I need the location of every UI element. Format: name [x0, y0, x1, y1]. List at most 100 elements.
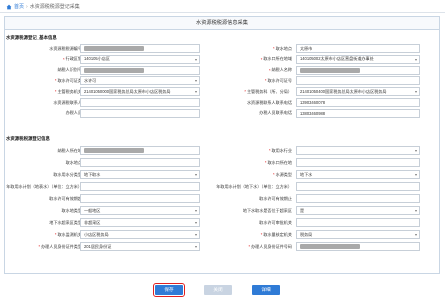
field-input[interactable]: [80, 98, 200, 107]
field-input[interactable]: [296, 242, 420, 251]
field-input[interactable]: [80, 146, 200, 155]
field-input[interactable]: [80, 194, 200, 203]
field-input[interactable]: [80, 65, 200, 75]
field-label: * 水源类型: [202, 170, 294, 179]
field-label: * 行政区划: [6, 55, 84, 64]
field-label: * 主管税务科（所、分局）: [202, 87, 294, 96]
field-label: * 取水地点: [202, 44, 294, 53]
field-label: * 取用水行业: [202, 146, 294, 155]
field-value: 21401050000国家税务总局太原市小店区税务局: [84, 88, 171, 94]
field-select[interactable]: 水许可: [80, 76, 200, 86]
field-value: 140105002太原市小店区营盘街道办事处: [300, 56, 374, 62]
field-select[interactable]: 非超采区: [80, 218, 200, 227]
breadcrumb: 首页 › 水资源税税源登记采集: [6, 3, 80, 10]
field-select[interactable]: 201居民身份证: [80, 242, 200, 251]
field-label: 地下水超采区类型: [6, 218, 84, 227]
field-input[interactable]: 13903460078: [296, 98, 420, 107]
field-label-text: 办理人员身份证件号码: [251, 243, 292, 249]
field-label: 取水许可审批机关: [202, 218, 294, 227]
field-input[interactable]: [296, 194, 420, 203]
field-label-text: 办理人员身份证件类型: [41, 243, 82, 249]
field-label-text: 取水许可证号: [267, 77, 292, 83]
field-label: 纳税人所在地: [6, 146, 84, 155]
field-value: 地下取水: [84, 171, 101, 177]
field-input[interactable]: [296, 182, 420, 191]
field-value: 小店区税务局: [84, 231, 109, 237]
field-value: 一般地区: [84, 207, 101, 213]
section2-title: 水资源税税源登记信息: [6, 136, 50, 141]
masked-value: [84, 46, 144, 51]
field-label: * 纳税人名称: [202, 66, 294, 75]
required-marker: *: [54, 232, 57, 237]
field-label-text: 取水监测机关: [57, 231, 82, 237]
field-label-text: 办税人员联系电话: [259, 110, 292, 116]
field-label-text: 纳税人识别号: [57, 67, 82, 73]
field-value: 地下水: [300, 171, 313, 177]
field-label-text: 水资源税联系人: [53, 99, 82, 105]
field-input[interactable]: [296, 158, 420, 167]
field-label-text: 主管税务科（所、分局）: [246, 88, 292, 94]
field-label: * 取水口所在地: [202, 158, 294, 167]
field-select[interactable]: 一般地区: [80, 206, 200, 215]
field-label-text: 取水许可审批机关: [259, 219, 292, 225]
field-label: 地下水取水是否位于超采区: [202, 206, 294, 215]
close-button[interactable]: 关闭: [204, 285, 232, 295]
field-label-text: 水源类型: [275, 171, 292, 177]
field-label: 水资源税联系人联系电话: [202, 98, 294, 107]
detail-button[interactable]: 详细: [252, 285, 280, 295]
breadcrumb-current: 水资源税税源登记采集: [29, 4, 80, 10]
field-select[interactable]: 140105002太原市小店区营盘街道办事处: [296, 54, 420, 64]
field-input[interactable]: [296, 218, 420, 227]
field-input[interactable]: [296, 65, 420, 75]
field-label-text: 取水用水分类型: [53, 171, 82, 177]
field-input[interactable]: [80, 44, 200, 53]
field-select[interactable]: 地下水: [296, 170, 420, 179]
panel-title: 水资源税税源信息采集: [5, 17, 439, 30]
field-input[interactable]: [80, 108, 200, 118]
field-label-text: 水资源税联系人联系电话: [246, 99, 292, 105]
field-select[interactable]: [296, 146, 420, 155]
field-input[interactable]: [80, 182, 200, 191]
field-input[interactable]: [296, 76, 420, 86]
required-marker: *: [273, 172, 275, 177]
required-marker: *: [260, 232, 263, 237]
field-input[interactable]: 13803460988: [296, 108, 420, 118]
field-label-text: 取水地类型: [61, 207, 82, 213]
breadcrumb-home-link[interactable]: 首页: [14, 3, 24, 10]
field-input[interactable]: [80, 158, 200, 167]
field-label: 年取用水计划（地表水）（单位：立方米）: [6, 182, 84, 191]
field-label: * 取水许可证号: [202, 76, 294, 85]
required-marker: *: [268, 148, 271, 153]
field-input[interactable]: 太原市: [296, 44, 420, 53]
field-select[interactable]: 地下取水: [80, 170, 200, 179]
masked-value: [84, 148, 144, 153]
field-label: 年取用水计划（地下水）（单位：立方米）: [202, 182, 294, 191]
field-label-text: 取用水行业: [271, 147, 292, 153]
field-label: * 办理人员身份证件号码: [202, 242, 294, 251]
field-label: 取水地点: [6, 158, 84, 167]
required-marker: *: [54, 89, 57, 95]
required-marker: *: [264, 78, 267, 84]
field-value: 水许可: [84, 77, 97, 83]
field-select[interactable]: 21401050000国家税务总局太原市小店区税务局: [80, 87, 200, 97]
field-label: * 主管税务机关: [6, 87, 84, 96]
field-select[interactable]: 21401050400国家税务总局太原市小店区税务局: [296, 87, 420, 97]
field-select[interactable]: 小店区税务局: [80, 230, 200, 239]
section1-title: 水资源税源登记_基本信息: [6, 35, 57, 40]
field-value: 13803460988: [300, 110, 326, 116]
field-label-text: 纳税人名称: [271, 67, 292, 73]
field-label-text: 取水许可证类: [57, 77, 82, 83]
field-select[interactable]: 税务局: [296, 230, 420, 239]
field-select[interactable]: 140105小店区: [80, 54, 200, 64]
field-label-text: 纳税人所在地: [57, 147, 82, 153]
field-label-text: 水资源税税源编号: [49, 45, 82, 51]
field-value: 税务局: [300, 231, 313, 237]
required-marker: *: [268, 67, 271, 73]
field-label: 取水许可有效期止: [202, 194, 294, 203]
field-value: 21401050400国家税务总局太原市小店区税务局: [300, 88, 387, 94]
field-label-text: 取水许可有效期止: [259, 195, 292, 201]
home-icon[interactable]: [6, 4, 12, 10]
field-select[interactable]: 是: [296, 206, 420, 215]
field-value: 13903460078: [300, 100, 326, 105]
save-button[interactable]: 保存: [153, 283, 185, 297]
